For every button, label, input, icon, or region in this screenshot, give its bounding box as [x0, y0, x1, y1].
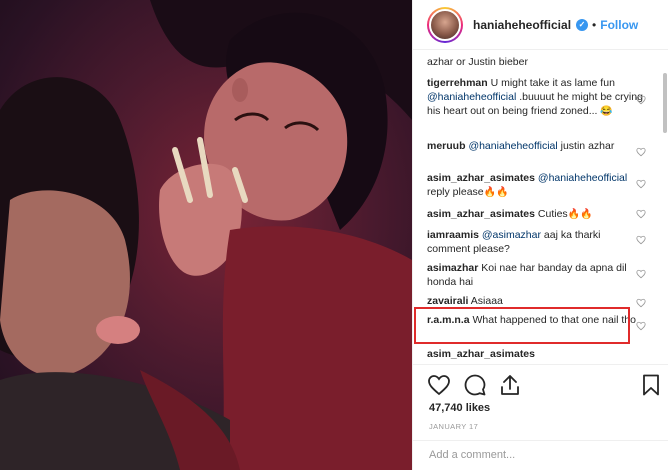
heart-icon[interactable]	[636, 321, 646, 331]
scrollbar-thumb[interactable]	[663, 73, 667, 133]
comment-emoji: 🔥🔥	[483, 187, 509, 198]
comment-mention[interactable]: @haniaheheofficial	[468, 140, 557, 152]
heart-outline-icon[interactable]	[427, 373, 451, 397]
comment-text: justin azhar	[557, 140, 615, 152]
avatar[interactable]	[427, 6, 463, 43]
comment-item: asim_azhar_asimates @haniaheheofficial r…	[427, 171, 643, 200]
add-comment-bar	[413, 440, 668, 470]
follow-button[interactable]: Follow	[600, 18, 638, 32]
share-icon[interactable]	[498, 373, 522, 397]
comment-text: azhar or Justin bieber	[427, 56, 528, 68]
verified-badge-icon: ✓	[576, 18, 589, 31]
comment-emoji: 😂	[600, 106, 613, 117]
separator-dot: •	[592, 17, 597, 32]
action-bar	[413, 364, 668, 404]
comment-item: azhar or Justin bieber	[427, 55, 643, 69]
post-details-panel: haniaheheofficial ✓ • Follow azhar or Ju…	[412, 0, 668, 470]
comment-username[interactable]: asim_azhar_asimates	[427, 208, 535, 220]
comment-mention[interactable]: @haniaheheofficial	[538, 172, 627, 184]
add-comment-input[interactable]	[429, 449, 649, 461]
comment-item: asim_azhar_asimates Cuties🔥🔥	[427, 207, 643, 222]
heart-icon[interactable]	[636, 95, 646, 105]
heart-icon[interactable]	[636, 147, 646, 157]
bookmark-icon[interactable]	[639, 373, 663, 397]
instagram-post-view: haniaheheofficial ✓ • Follow azhar or Ju…	[0, 0, 668, 470]
comment-username[interactable]: zavairali	[427, 295, 468, 307]
post-photo[interactable]	[0, 0, 412, 470]
comment-username[interactable]: asimazhar	[427, 262, 478, 274]
comment-item: zavairali Asiaaa	[427, 294, 643, 308]
photo-illustration	[0, 0, 412, 470]
heart-icon[interactable]	[636, 209, 646, 219]
comment-item: asimazhar Koi nae har banday da apna dil…	[427, 261, 643, 289]
heart-icon[interactable]	[636, 298, 646, 308]
comment-icon[interactable]	[463, 373, 487, 397]
heart-icon[interactable]	[636, 179, 646, 189]
comment-username[interactable]: iamraamis	[427, 229, 479, 241]
comments-list[interactable]: azhar or Justin bieber tigerrehman U migh…	[413, 51, 668, 364]
comment-item: asim_azhar_asimates	[427, 347, 643, 361]
comment-text: Cuties	[535, 208, 568, 220]
comments-scrollbar[interactable]	[662, 51, 668, 364]
comment-item: meruub @haniaheheofficial justin azhar	[427, 139, 643, 153]
comment-emoji: 🔥🔥	[567, 209, 593, 220]
comment-username[interactable]: asim_azhar_asimates	[427, 348, 535, 360]
post-date: JANUARY 17	[429, 422, 479, 431]
heart-icon[interactable]	[636, 235, 646, 245]
comment-text: reply please	[427, 186, 484, 198]
post-header: haniaheheofficial ✓ • Follow	[413, 0, 668, 50]
comment-text: U might take it as lame fun	[487, 77, 615, 89]
comment-item: tigerrehman U might take it as lame fun …	[427, 76, 643, 119]
highlight-box	[414, 307, 630, 344]
comment-mention[interactable]: @haniaheheofficial	[427, 91, 516, 103]
comment-item: iamraamis @asimazhar aaj ka tharki comme…	[427, 228, 643, 256]
heart-icon[interactable]	[636, 269, 646, 279]
comment-mention[interactable]: @asimazhar	[482, 229, 541, 241]
post-username[interactable]: haniaheheofficial	[473, 18, 571, 32]
comment-username[interactable]: meruub	[427, 140, 466, 152]
comment-username[interactable]: tigerrehman	[427, 77, 488, 89]
likes-count[interactable]: 47,740 likes	[429, 402, 490, 414]
comment-username[interactable]: asim_azhar_asimates	[427, 172, 535, 184]
comment-text: Asiaaa	[468, 295, 503, 307]
